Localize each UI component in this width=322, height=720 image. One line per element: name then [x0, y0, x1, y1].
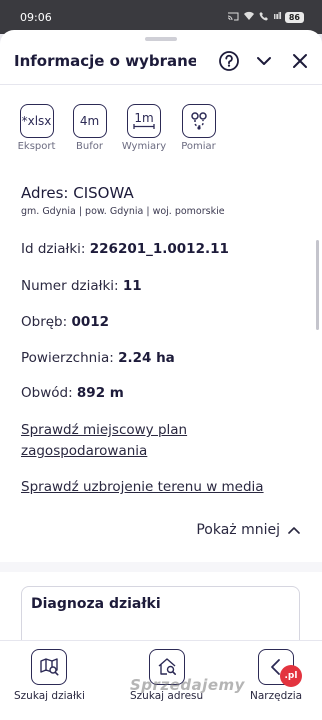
signal-icon: ıııll	[273, 12, 281, 22]
field-label: Numer działki:	[21, 278, 123, 294]
field-value: 0012	[71, 314, 110, 330]
zoning-plan-link-line1: Sprawdź miejscowy plan	[21, 422, 188, 438]
nav-tools-label: Narzędzia	[250, 690, 303, 702]
dimensions-icon: 1m	[127, 104, 161, 138]
address-subtitle: gm. Gdynia | pow. Gdynia | woj. pomorski…	[21, 206, 225, 217]
section-separator	[0, 562, 322, 572]
status-bar: 09:06 ıııll 86	[0, 0, 322, 34]
field-label: Obręb:	[21, 314, 72, 330]
sheet-title: Informacje o wybranej ...	[14, 52, 196, 70]
header-divider	[0, 84, 322, 85]
plot-number-row: Numer działki: 11	[21, 278, 142, 294]
diagnosis-card[interactable]: Diagnoza działki	[21, 586, 300, 640]
dimensions-label: Wymiary	[121, 141, 167, 152]
battery-icon: 86	[284, 11, 304, 23]
precinct-row: Obręb: 0012	[21, 314, 109, 330]
sheet-grabber[interactable]	[145, 37, 177, 41]
chevron-up-icon	[288, 527, 300, 534]
nav-search-plot[interactable]: Szukaj działki	[14, 649, 85, 702]
zoning-plan-link-line2: zagospodarowania	[21, 443, 148, 459]
dimensions-tool[interactable]: 1m Wymiary	[120, 104, 168, 152]
plot-info-sheet: Informacje o wybranej ... *xlsx Eksport …	[0, 30, 322, 640]
perimeter-row: Obwód: 892 m	[21, 385, 124, 401]
ruler-icon	[133, 124, 155, 129]
zoning-plan-link[interactable]: Sprawdź miejscowy plan zagospodarowania	[21, 420, 187, 462]
plot-id-row: Id działki: 226201_1.0012.11	[21, 241, 229, 257]
address-title: Adres: CISOWA	[21, 184, 134, 202]
wifi-icon	[243, 11, 255, 24]
sheet-header: Informacje o wybranej ...	[0, 44, 322, 78]
field-value: 892 m	[76, 385, 124, 401]
buffer-tool[interactable]: 4m Bufor	[67, 104, 112, 152]
phone-icon	[259, 11, 269, 24]
field-label: Powierzchnia:	[21, 350, 119, 366]
show-less-button[interactable]: Pokaż mniej	[196, 522, 300, 538]
help-button[interactable]	[216, 48, 242, 74]
measure-label: Pomiar	[181, 141, 216, 152]
route-pin-icon	[181, 104, 216, 138]
field-value: 226201_1.0012.11	[89, 241, 229, 257]
nav-search-plot-label: Szukaj działki	[14, 690, 85, 702]
map-search-icon	[31, 649, 68, 685]
area-row: Powierzchnia: 2.24 ha	[21, 350, 175, 366]
help-icon	[219, 51, 239, 71]
field-label: Obwód:	[21, 385, 77, 401]
watermark-text: Sprzedajemy	[130, 676, 245, 694]
buffer-icon: 4m	[72, 104, 107, 138]
export-label: Eksport	[17, 141, 56, 152]
xlsx-icon: *xlsx	[19, 104, 54, 138]
measure-tool[interactable]: Pomiar	[176, 104, 221, 152]
export-tool[interactable]: *xlsx Eksport	[14, 104, 59, 152]
field-value: 11	[122, 278, 142, 294]
close-icon	[293, 54, 307, 68]
tools-row: *xlsx Eksport 4m Bufor 1m Wymiary Pomiar	[14, 104, 221, 152]
close-button[interactable]	[287, 48, 313, 74]
dimensions-glyph: 1m	[134, 111, 154, 125]
scrollbar[interactable]	[316, 240, 319, 330]
diagnosis-title: Diagnoza działki	[31, 596, 161, 612]
chevron-down-icon	[257, 57, 271, 65]
status-icons: ıııll 86	[227, 11, 304, 24]
status-time: 09:06	[20, 10, 52, 24]
field-value: 2.24 ha	[118, 350, 175, 366]
buffer-label: Bufor	[76, 141, 103, 152]
collapse-button[interactable]	[251, 48, 277, 74]
show-less-label: Pokaż mniej	[196, 522, 280, 538]
watermark-badge: .pl	[280, 665, 302, 687]
field-label: Id działki:	[21, 241, 90, 257]
cast-icon	[227, 11, 239, 24]
utilities-link[interactable]: Sprawdź uzbrojenie terenu w media	[21, 477, 264, 498]
